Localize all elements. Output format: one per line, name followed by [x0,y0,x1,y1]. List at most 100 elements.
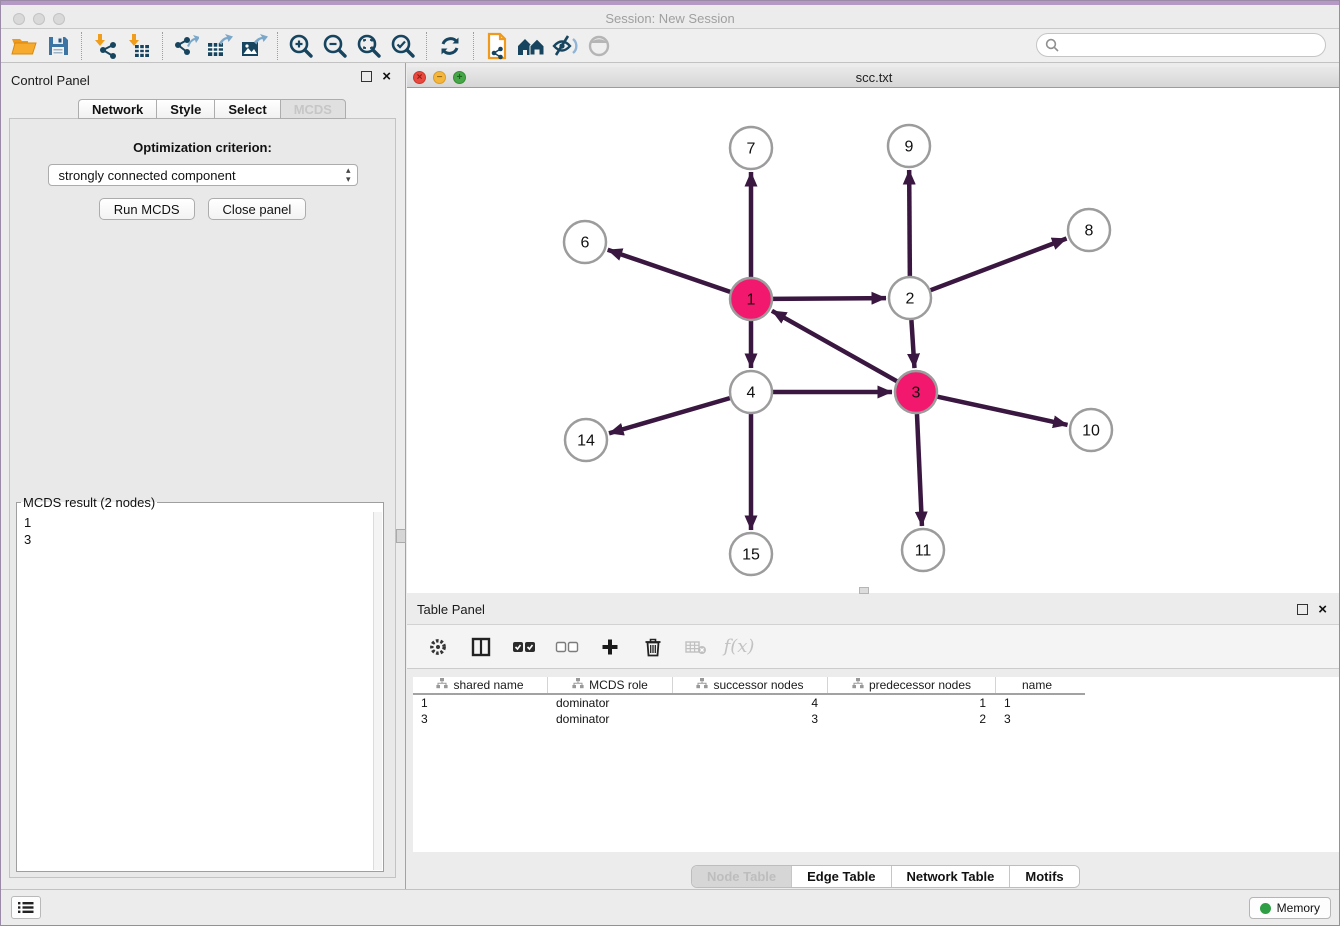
graph-edge-1-2[interactable] [773,298,886,299]
add-row-icon[interactable] [597,634,623,660]
export-table-icon[interactable] [203,31,237,61]
memory-status-icon [1260,903,1271,914]
hide-selected-icon[interactable] [548,31,582,61]
control-panel: Control Panel × NetworkStyleSelectMCDS O… [1,63,406,891]
memory-button[interactable]: Memory [1249,897,1331,919]
toolbar-separator [426,32,427,60]
network-canvas[interactable]: 1234678910111415 [407,88,1340,593]
criterion-select[interactable]: strongly connected component ▴▾ [48,164,358,186]
graph-edge-3-10[interactable] [937,397,1067,425]
graph-edge-2-8[interactable] [931,239,1067,291]
zoom-fit-icon[interactable] [352,31,386,61]
tab-network-table[interactable]: Network Table [892,866,1011,887]
cell[interactable]: 4 [673,695,828,711]
mcds-result-scrollbar[interactable] [373,512,382,870]
graph-edge-2-3[interactable] [911,320,914,368]
toolbar-separator [81,32,82,60]
graph-node-label-3: 3 [912,385,921,402]
column-label: predecessor nodes [869,678,971,692]
cell[interactable]: 1 [996,695,1078,711]
panel-splitter-grip[interactable] [396,529,406,543]
shared-column-icon [572,678,584,692]
panel-layout-icon[interactable] [468,634,494,660]
statusbar: Memory [1,889,1339,925]
mcds-panel: Optimization criterion: strongly connect… [9,118,396,878]
control-panel-title: Control Panel [11,73,90,88]
select-all-icon[interactable] [511,634,537,660]
float-table-panel-icon[interactable] [1297,604,1308,615]
tab-edge-table[interactable]: Edge Table [792,866,891,887]
cell[interactable]: 3 [673,711,828,727]
toolbar-separator [162,32,163,60]
open-session-icon[interactable] [7,31,41,61]
function-builder-icon[interactable]: f(x) [726,634,752,660]
tab-select[interactable]: Select [214,99,279,119]
import-network-icon[interactable] [88,31,122,61]
delete-table-icon[interactable] [683,634,709,660]
float-panel-icon[interactable] [361,71,372,82]
network-view-titlebar[interactable]: × − + scc.txt [407,67,1340,88]
tab-mcds[interactable]: MCDS [280,99,346,119]
delete-row-icon[interactable] [640,634,666,660]
canvas-splitter-grip[interactable] [859,587,869,594]
search-box[interactable] [1036,33,1326,57]
tab-node-table[interactable]: Node Table [692,866,792,887]
network-view-title: scc.txt [407,70,1340,85]
graph-node-label-15: 15 [742,547,760,564]
mcds-result-group: MCDS result (2 nodes) 1 3 [16,495,384,872]
zoom-in-icon[interactable] [284,31,318,61]
graph-edge-2-9[interactable] [909,170,910,276]
table-row[interactable]: 3dominator323 [413,711,1085,727]
cell[interactable]: dominator [548,711,673,727]
import-table-icon[interactable] [122,31,156,61]
optimization-criterion-label: Optimization criterion: [10,140,395,155]
graph-edge-3-11[interactable] [917,414,922,526]
column-header-MCDS-role[interactable]: MCDS role [548,677,673,693]
column-header-successor-nodes[interactable]: successor nodes [673,677,828,693]
close-panel-icon[interactable]: × [382,71,391,82]
graph-edge-1-6[interactable] [608,250,730,292]
save-session-icon[interactable] [41,31,75,61]
run-mcds-button[interactable]: Run MCDS [99,198,195,220]
cell[interactable]: 3 [413,711,548,727]
export-network-icon[interactable] [169,31,203,61]
export-image-icon[interactable] [237,31,271,61]
first-neighbors-icon[interactable] [514,31,548,61]
refresh-view-icon[interactable] [433,31,467,61]
memory-label: Memory [1277,901,1320,915]
column-settings-icon[interactable] [425,634,451,660]
graph-node-label-9: 9 [905,139,914,156]
zoom-selected-icon[interactable] [386,31,420,61]
cell[interactable]: 3 [996,711,1078,727]
graph-node-label-1: 1 [747,292,756,309]
graph-node-label-10: 10 [1082,423,1100,440]
tab-motifs[interactable]: Motifs [1010,866,1078,887]
table-header-row: shared name MCDS rolesuccessor nodes prede… [413,677,1085,695]
tab-style[interactable]: Style [156,99,214,119]
zoom-out-icon[interactable] [318,31,352,61]
graph-edge-4-14[interactable] [609,398,730,433]
graph-node-label-7: 7 [747,141,756,158]
control-panel-tabs: NetworkStyleSelectMCDS [78,99,346,119]
show-hidden-icon[interactable] [582,31,616,61]
cell[interactable]: 1 [413,695,548,711]
close-panel-button[interactable]: Close panel [208,198,307,220]
column-header-predecessor-nodes[interactable]: predecessor nodes [828,677,996,693]
column-header-name[interactable]: name [996,677,1078,693]
new-network-from-selection-icon[interactable] [480,31,514,61]
table-row[interactable]: 1dominator411 [413,695,1085,711]
graph-node-label-6: 6 [581,235,590,252]
search-input[interactable] [1065,38,1317,53]
tab-network[interactable]: Network [78,99,156,119]
task-history-button[interactable] [11,896,41,919]
deselect-all-icon[interactable] [554,634,580,660]
cell[interactable]: dominator [548,695,673,711]
column-label: shared name [453,678,523,692]
select-stepper-icon: ▴▾ [346,166,351,184]
cell[interactable]: 1 [828,695,996,711]
mcds-result-textarea[interactable]: 1 3 [18,512,382,870]
graph-edge-3-1[interactable] [772,311,897,381]
column-header-shared-name[interactable]: shared name [413,677,548,693]
cell[interactable]: 2 [828,711,996,727]
close-table-panel-icon[interactable]: × [1318,604,1327,615]
